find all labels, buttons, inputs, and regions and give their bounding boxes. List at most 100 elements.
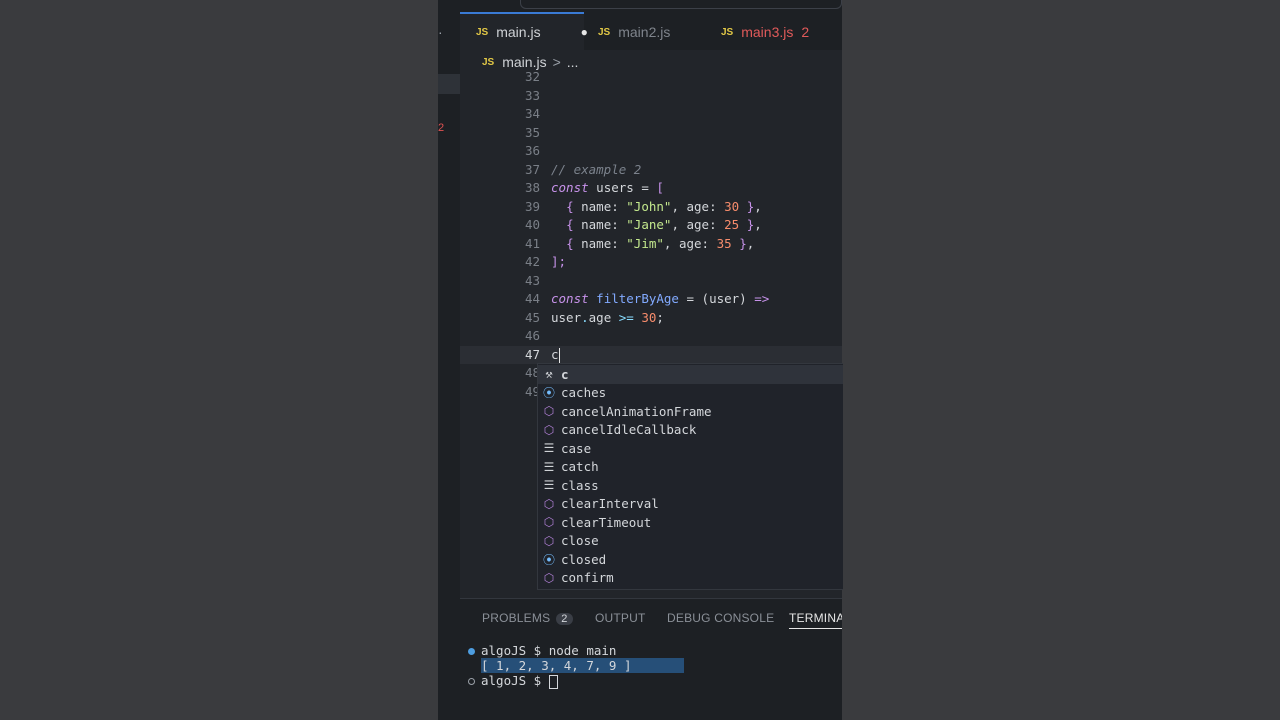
code-text: const users = [	[551, 179, 664, 198]
tab-problems[interactable]: PROBLEMS 2	[482, 611, 573, 625]
suggestion-label: confirm	[561, 570, 614, 586]
string-token: "John"	[626, 198, 672, 214]
code-line: 42 ];	[460, 253, 842, 272]
suggestion-item[interactable]: ⬡ clearInterval	[538, 495, 843, 514]
code-line: 44 const filterByAge = (user) =>	[460, 290, 842, 309]
bottom-panel: PROBLEMS2 OUTPUT DEBUG CONSOLE TERMINAL …	[460, 598, 842, 720]
method-icon: ⬡	[543, 570, 555, 585]
method-icon: ⬡	[543, 515, 555, 530]
js-file-icon: JS	[476, 26, 489, 38]
variable-icon: ⦿	[542, 386, 555, 401]
code-token: user	[551, 309, 582, 325]
code-line: 38 const users = [	[460, 179, 842, 198]
code-text: { name: "Jim", age: 35 },	[566, 235, 755, 251]
suggestion-item[interactable]: ⬡ confirm	[538, 569, 843, 588]
current-code-line: 47 c	[460, 345, 842, 365]
line-number: 43	[524, 272, 540, 288]
terminal-line: algoJS $	[468, 673, 684, 689]
problems-count-badge: 2	[556, 613, 573, 625]
tab-label: main3.js	[741, 24, 794, 40]
suggestion-label: cancelAnimationFrame	[561, 403, 712, 419]
activity-bar: · 2	[438, 0, 460, 720]
code-line: 43	[460, 272, 842, 291]
autocomplete-widget: ⚒ c ⦿ caches ⬡ cancelAnimationFrame ⬡ cancelIdl…	[537, 363, 843, 590]
terminal-line: [ 1, 2, 3, 4, 7, 9 ]	[468, 658, 685, 673]
suggestion-item[interactable]: ⬡ cancelIdleCallback	[538, 421, 843, 440]
tab-main2-js[interactable]: JS main2.js	[598, 14, 698, 50]
line-number: 49	[524, 383, 540, 399]
wrench-icon: ⚒	[545, 367, 553, 382]
line-number: 34	[524, 106, 540, 121]
code-text: c	[551, 346, 560, 365]
line-number: 46	[524, 328, 540, 343]
typed-token: c	[551, 346, 559, 362]
suggestion-label: cancelIdleCallback	[561, 422, 697, 438]
right-blurred-backdrop	[842, 0, 1280, 720]
method-icon: ⬡	[543, 496, 555, 511]
code-line: 37 // example 2	[460, 161, 842, 180]
suggestion-item[interactable]: ⬡ cancelAnimationFrame	[538, 402, 843, 421]
suggestion-item[interactable]: ⬡ close	[538, 532, 843, 551]
line-number: 41	[524, 235, 540, 251]
suggestion-item[interactable]: ☰ case	[538, 439, 843, 458]
tab-terminal[interactable]: TERMINAL	[789, 611, 842, 629]
unsaved-dot-icon[interactable]: ●	[581, 25, 588, 39]
line-number: 42	[524, 254, 540, 269]
tab-label: main2.js	[618, 24, 671, 40]
code-text: { name: "Jane", age: 25 },	[566, 217, 762, 232]
suggestion-item[interactable]: ⦿ closed	[538, 550, 843, 569]
keyword-icon: ☰	[543, 459, 555, 474]
code-line: 32	[460, 68, 842, 87]
suggestion-label: close	[561, 533, 599, 549]
code-comment: // example 2	[551, 161, 642, 177]
activity-selected-item[interactable]	[438, 74, 460, 94]
tab-output[interactable]: OUTPUT	[595, 611, 646, 625]
line-number: 36	[524, 143, 540, 158]
code-token: .	[581, 309, 589, 325]
suggestion-label: clearInterval	[561, 496, 659, 512]
suggestion-item[interactable]: ☰ class	[538, 476, 843, 495]
terminal-result: [ 1, 2, 3, 4, 7, 9 ]	[481, 658, 632, 673]
code-line: 40 { name: "Jane", age: 25 },	[460, 216, 842, 235]
js-file-icon: JS	[482, 56, 495, 68]
string-token: "Jane"	[626, 217, 672, 232]
bracket-token: [	[656, 180, 664, 195]
arrow-token: =>	[754, 291, 770, 306]
tab-error-count: 2	[801, 24, 810, 40]
suggestion-item[interactable]: ⬡ clearTimeout	[538, 513, 843, 532]
suggestion-label: case	[561, 440, 592, 456]
code-token: users =	[588, 180, 657, 195]
method-icon: ⬡	[543, 422, 555, 437]
keyword-icon: ☰	[543, 441, 555, 456]
suggestion-item[interactable]: ☰ catch	[538, 458, 843, 477]
code-token: ;	[656, 309, 664, 325]
code-line: 34	[460, 105, 842, 124]
suggestion-item[interactable]: ⦿ caches	[538, 384, 843, 403]
method-icon: ⬡	[543, 533, 555, 548]
number-token: 25	[724, 217, 740, 232]
terminal-prompt: algoJS $	[481, 673, 549, 688]
number-token: 30	[641, 309, 657, 325]
terminal-cursor	[548, 674, 558, 689]
line-number: 38	[524, 180, 540, 195]
code-line: 35	[460, 124, 842, 143]
string-token: "Jim"	[626, 235, 664, 251]
editor-tab-bar: JS main.js ● JS main2.js JS main3.js 2	[460, 0, 842, 50]
code-text: ];	[551, 254, 567, 269]
tab-debug-console[interactable]: DEBUG CONSOLE	[667, 611, 774, 625]
code-text: const filterByAge = (user) =>	[551, 290, 769, 309]
code-line: 33	[460, 87, 842, 106]
line-number: 48	[524, 365, 540, 380]
suggestion-label: caches	[561, 385, 607, 401]
keyword-token: const	[551, 291, 589, 306]
code-line: 45 user.age >= 30;	[460, 309, 842, 328]
suggestion-label: catch	[561, 459, 599, 475]
suggestion-item[interactable]: ⚒ c	[538, 365, 843, 384]
terminal-output[interactable]: algoJS $ node main [ 1, 2, 3, 4, 7, 9 ] …	[468, 643, 685, 689]
tab-main3-js[interactable]: JS main3.js 2	[721, 14, 831, 50]
terminal-command: algoJS $ node main	[481, 643, 617, 658]
tab-main-js[interactable]: JS main.js ●	[460, 12, 588, 50]
code-text: { name: "John", age: 30 },	[566, 198, 762, 214]
code-line: 36	[460, 142, 842, 161]
line-number: 45	[524, 309, 540, 325]
